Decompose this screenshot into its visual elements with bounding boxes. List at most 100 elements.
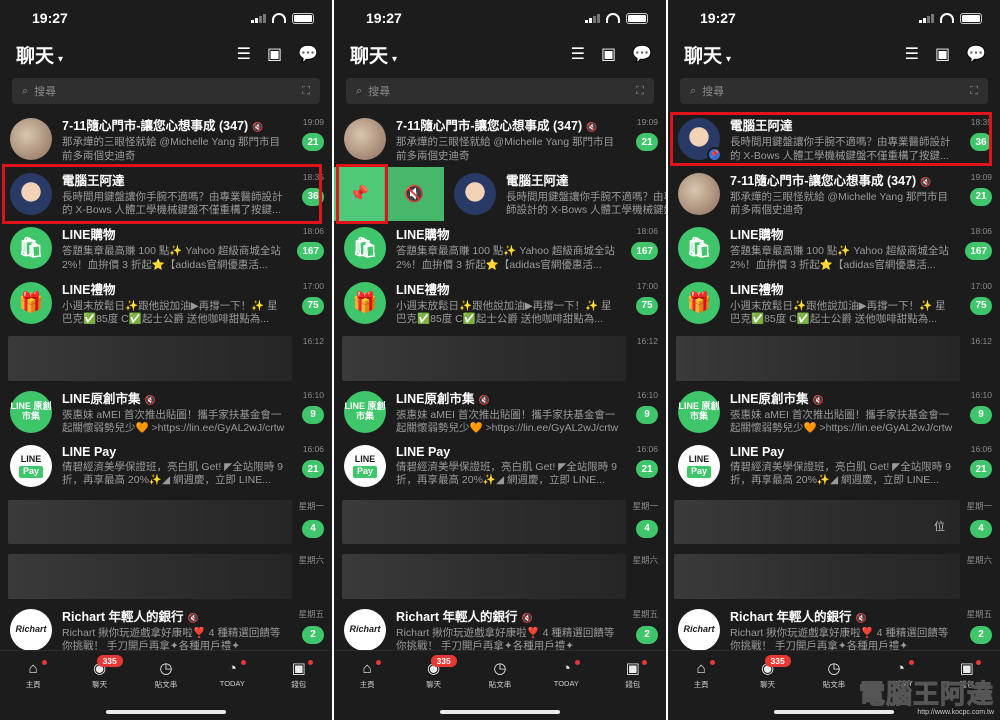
shopping-bag-icon: 🛍 xyxy=(678,227,720,270)
chat-row-seven[interactable]: 7-11隨心門市-讓您心想事成 (347) 🔇 那承燁的三眼怪就給 @Michell… xyxy=(334,112,666,167)
tab-timeline[interactable]: ◷ 貼文串 xyxy=(141,659,191,690)
chat-row-pc[interactable]: 電腦王阿達 長時間用鍵盤讓你手腕不適嗎？由專業醫師設計的 X-Bows 人體工學機… xyxy=(0,167,332,222)
chat-row-seven[interactable]: 7-11隨心門市-讓您心想事成 (347) 🔇 那承燁的三眼怪就給 @Michell… xyxy=(0,112,332,167)
mute-icon: 🔇 xyxy=(404,185,424,203)
tab-chats[interactable]: ◉ 335 聊天 xyxy=(409,655,459,690)
chat-row-richart[interactable]: Richart Richart 年輕人的銀行 🔇 Richart 揪你玩遊戲拿好康啦… xyxy=(334,603,666,658)
status-bar: 19:27 xyxy=(0,0,332,36)
pin-button[interactable]: 📌 xyxy=(334,166,384,221)
video-call-icon[interactable]: ▣ xyxy=(935,44,950,64)
tab-today[interactable]: ◔ TODAY xyxy=(207,659,257,690)
pin-icon: 📌 xyxy=(707,147,722,163)
tab-timeline[interactable]: ◷ 貼文串 xyxy=(809,659,859,690)
scan-icon[interactable]: ⛶ xyxy=(302,85,310,98)
unread-badge: 167 xyxy=(297,242,324,261)
scan-icon[interactable]: ⛶ xyxy=(970,85,978,98)
shopping-bag-icon: 🛍 xyxy=(10,227,52,270)
new-chat-icon[interactable]: 💬 xyxy=(298,44,318,64)
chat-row-gift[interactable]: 🎁 LINE禮物 小週末放鬆日✨跟他說加油▶再撐一下！✨ 星巴克✅85度 C✅起士… xyxy=(668,276,1000,331)
today-icon: ◔ xyxy=(561,660,571,677)
chat-row-pay[interactable]: LINE Pay LINE Pay 倩碧經濟美學保證班，亮白肌 Get! ◤全站限時… xyxy=(668,439,1000,494)
status-time: 19:27 xyxy=(32,10,68,26)
wifi-icon xyxy=(272,13,286,23)
panel-2: 19:27 聊天 ▾ ☰ ▣ 💬 ⌕ 搜尋 ⛶ 7-11隨心門市-讓您心想事成 (347)… xyxy=(334,0,666,720)
chat-row-creators[interactable]: LINE 原創市集 LINE原創市集 🔇 張惠妹 aMEI 首次推出貼圖！攜手家扶基… xyxy=(0,385,332,440)
chat-row-pc-pinned[interactable]: 📌 電腦王阿達 長時間用鍵盤讓你手腕不適嗎？由專業醫師設計的 X-Bows 人體工… xyxy=(668,112,1000,167)
chat-row-blurred[interactable]: 星期一 4 xyxy=(0,494,332,549)
mute-icon: 🔇 xyxy=(521,612,533,623)
chat-row-shop[interactable]: 🛍 LINE購物 答題集章最高賺 100 點✨ Yahoo 超級商城全站2%！血拚… xyxy=(0,221,332,276)
new-chat-icon[interactable]: 💬 xyxy=(632,44,652,64)
chat-row-gift[interactable]: 🎁 LINE禮物 小週末放鬆日✨跟他說加油▶再撐一下！✨ 星巴克✅85度 C✅起士… xyxy=(0,276,332,331)
tab-wallet[interactable]: ▣ 錢包 xyxy=(274,659,324,690)
clock-icon: ◷ xyxy=(159,660,173,677)
tab-home[interactable]: ⌂ 主頁 xyxy=(676,659,726,690)
notification-badge: 335 xyxy=(96,655,123,667)
signal-icon xyxy=(919,13,934,23)
chat-row-blurred[interactable]: 星期一 4 xyxy=(334,494,666,549)
chat-row-blurred[interactable]: 位星期一 4 xyxy=(668,494,1000,549)
search-bar[interactable]: ⌕ 搜尋 ⛶ xyxy=(346,78,654,104)
edit-list-icon[interactable]: ☰ xyxy=(237,44,251,64)
tab-chats[interactable]: ◉ 335 聊天 xyxy=(75,655,125,690)
chat-row-creators[interactable]: LINE 原創市集 LINE原創市集 🔇 張惠妹 aMEI 首次推出貼圖！攜手家扶基… xyxy=(334,385,666,440)
chat-row-blurred[interactable]: 16:12 xyxy=(334,330,666,385)
chat-row-richart[interactable]: Richart Richart 年輕人的銀行 🔇 Richart 揪你玩遊戲拿好康啦… xyxy=(668,603,1000,658)
tab-today[interactable]: ◔ TODAY xyxy=(541,659,591,690)
page-title[interactable]: 聊天 ▾ xyxy=(350,41,571,68)
chat-row-blurred[interactable]: 16:12 xyxy=(0,330,332,385)
mute-icon: 🔇 xyxy=(586,122,598,133)
home-icon: ⌂ xyxy=(362,660,372,677)
home-icon: ⌂ xyxy=(28,660,38,677)
panel-3: 19:27 聊天 ▾ ☰ ▣ 💬 ⌕ 搜尋 ⛶ 📌 電腦王阿達 長時間用鍵盤讓你手腕不適嗎？… xyxy=(668,0,1000,720)
avatar: Richart xyxy=(10,608,52,651)
wallet-icon: ▣ xyxy=(625,660,640,677)
search-bar[interactable]: ⌕ 搜尋 ⛶ xyxy=(12,78,320,104)
page-title[interactable]: 聊天 ▾ xyxy=(16,41,237,68)
battery-icon xyxy=(626,12,648,24)
wallet-icon: ▣ xyxy=(291,660,306,677)
chat-row-shop[interactable]: 🛍 LINE購物 答題集章最高賺 100 點✨ Yahoo 超級商城全站2%！血拚… xyxy=(668,221,1000,276)
chat-row-shop[interactable]: 🛍 LINE購物 答題集章最高賺 100 點✨ Yahoo 超級商城全站2%！血拚… xyxy=(334,221,666,276)
chat-row-richart[interactable]: Richart Richart 年輕人的銀行 🔇 Richart 揪你玩遊戲拿好康啦… xyxy=(0,603,332,658)
mute-icon: 🔇 xyxy=(252,122,264,133)
tab-wallet[interactable]: ▣ 錢包 xyxy=(608,659,658,690)
tab-chats[interactable]: ◉ 335 聊天 xyxy=(743,655,793,690)
mute-button[interactable]: 🔇 xyxy=(384,166,444,221)
mute-icon: 🔇 xyxy=(855,612,867,623)
today-icon: ◔ xyxy=(227,660,237,677)
mute-icon: 🔇 xyxy=(144,394,156,405)
chat-row-blurred[interactable]: 星期六 xyxy=(0,548,332,603)
video-call-icon[interactable]: ▣ xyxy=(267,44,282,64)
chat-row-seven[interactable]: 7-11隨心門市-讓您心想事成 (347) 🔇 那承燁的三眼怪就給 @Michell… xyxy=(668,167,1000,222)
home-icon: ⌂ xyxy=(696,660,706,677)
status-bar: 19:27 xyxy=(334,0,666,36)
edit-list-icon[interactable]: ☰ xyxy=(571,44,585,64)
page-title[interactable]: 聊天 ▾ xyxy=(684,41,905,68)
tab-timeline[interactable]: ◷ 貼文串 xyxy=(475,659,525,690)
avatar xyxy=(678,172,720,215)
chat-row-blurred[interactable]: 星期六 xyxy=(668,548,1000,603)
chat-row-pc-swiped[interactable]: 📌 🔇 電腦王阿達長時間用鍵盤讓你手腕不適嗎？由專業醫師設計的 X-Bows 人… xyxy=(334,166,666,221)
new-chat-icon[interactable]: 💬 xyxy=(966,44,986,64)
search-bar[interactable]: ⌕ 搜尋 ⛶ xyxy=(680,78,988,104)
chat-row-creators[interactable]: LINE 原創市集 LINE原創市集 🔇 張惠妹 aMEI 首次推出貼圖！攜手家扶基… xyxy=(668,385,1000,440)
shopping-bag-icon: 🛍 xyxy=(344,227,386,270)
search-icon: ⌕ xyxy=(22,84,29,97)
avatar: Richart xyxy=(678,608,720,651)
tab-home[interactable]: ⌂ 主頁 xyxy=(342,659,392,690)
video-call-icon[interactable]: ▣ xyxy=(601,44,616,64)
chat-row-blurred[interactable]: 16:12 xyxy=(668,330,1000,385)
avatar xyxy=(10,172,52,215)
chat-header: 聊天 ▾ ☰ ▣ 💬 xyxy=(334,36,666,72)
chat-row-gift[interactable]: 🎁 LINE禮物 小週末放鬆日✨跟他說加油▶再撐一下！✨ 星巴克✅85度 C✅起士… xyxy=(334,276,666,331)
avatar: LINE Pay xyxy=(344,445,386,488)
chat-row-pay[interactable]: LINE Pay LINE Pay 倩碧經濟美學保證班，亮白肌 Get! ◤全站限時… xyxy=(334,439,666,494)
tab-home[interactable]: ⌂ 主頁 xyxy=(8,659,58,690)
chat-row-blurred[interactable]: 星期六 xyxy=(334,548,666,603)
chat-row-pay[interactable]: LINE Pay LINE Pay 倩碧經濟美學保證班，亮白肌 Get! ◤全站限時… xyxy=(0,439,332,494)
scan-icon[interactable]: ⛶ xyxy=(636,85,644,98)
avatar xyxy=(454,172,496,215)
edit-list-icon[interactable]: ☰ xyxy=(905,44,919,64)
gift-icon: 🎁 xyxy=(344,281,386,324)
